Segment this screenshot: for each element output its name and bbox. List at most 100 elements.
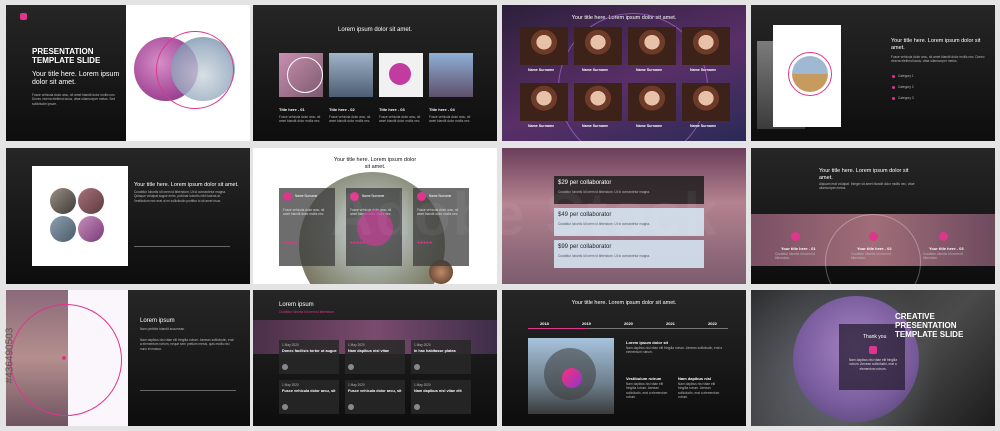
- author-avatar-icon: [348, 364, 354, 370]
- pink-ring: [10, 304, 122, 416]
- category-1: Category 1: [898, 74, 914, 78]
- card-body-1: Fusce vehicula dolor arcu, sit amet blan…: [283, 208, 325, 217]
- slide-heading: PRESENTATION TEMPLATE SLIDE: [32, 47, 101, 65]
- bullet-icon: [892, 75, 895, 78]
- item-label-2: Title here - 02: [329, 107, 355, 112]
- slide-body: Aliquam erat volutpat. Integer sit amet …: [819, 182, 915, 191]
- slide-8[interactable]: Your title here. Lorem ipsum dolor sit a…: [751, 148, 995, 284]
- item-body-2: Curabitur lobortis id lorem id bibendum.: [851, 252, 891, 261]
- plan-body-3: Curabitur lobortis id lorem id bibendum.…: [558, 254, 650, 258]
- circle-photo-3: [50, 216, 76, 242]
- circle-photo-4: [78, 216, 104, 242]
- news-date: 1 May 2020: [282, 383, 299, 387]
- timeline-year[interactable]: 2021: [666, 321, 675, 326]
- item-icon-2: [869, 232, 878, 241]
- item-label-4: Title here - 04: [429, 107, 455, 112]
- slide-title: Lorem ipsum dolor sit amet.: [337, 27, 413, 33]
- thumb-3: [379, 53, 423, 97]
- thumb-2: [329, 53, 373, 97]
- slide-heading: CREATIVE PRESENTATION TEMPLATE SLIDE: [895, 312, 964, 339]
- stock-id: #436490503: [4, 327, 16, 384]
- slide-12[interactable]: Thank you Nam dapibus nisl vitae elit fr…: [751, 290, 995, 426]
- slide-10[interactable]: Lorem ipsum Curabitur lobortis id lorem …: [253, 290, 497, 426]
- item-icon-3: [939, 232, 948, 241]
- slide-title: Your title here. Lorem ipsum dolor sit a…: [571, 300, 677, 306]
- slide-body: Nam dapibus nisl vitae elit fringilla ru…: [140, 338, 234, 351]
- portrait-photo: [520, 83, 568, 121]
- portrait-photo: [628, 83, 676, 121]
- slide-11[interactable]: Your title here. Lorem ipsum dolor sit a…: [502, 290, 746, 426]
- timeline-year[interactable]: 2022: [708, 321, 717, 326]
- portrait-name: Name Surname: [528, 124, 555, 128]
- news-title: Fusce vehicula dolor arcu, sit: [348, 389, 402, 393]
- portrait-photo: [574, 27, 622, 65]
- pink-ring: [156, 31, 234, 109]
- item-icon-1: [791, 232, 800, 241]
- news-date: 1 May 2020: [348, 343, 365, 347]
- template-sheet: PRESENTATION TEMPLATE SLIDE Your title h…: [0, 0, 1000, 431]
- news-title: In hac habitasse platea: [414, 349, 456, 353]
- item-label-3: Title here - 03: [379, 107, 405, 112]
- portrait-photo: [628, 27, 676, 65]
- timeline-year[interactable]: 2018: [540, 321, 549, 326]
- slide-title: Your title here. Lorem ipsum dolor sit a…: [333, 157, 417, 170]
- accent-icon: [869, 346, 877, 354]
- item-body-2: Fusce vehicula dolor arcu, sit amet blan…: [329, 115, 371, 124]
- item-label-3: Your title here - 03: [929, 246, 964, 251]
- slide-body: Fusce vehicula dolor arcu, sit amet blan…: [891, 55, 985, 64]
- circle-photo-2: [78, 188, 104, 214]
- slide-1[interactable]: PRESENTATION TEMPLATE SLIDE Your title h…: [6, 5, 250, 141]
- slide-title: Your title here. Lorem ipsum dolor sit a…: [819, 168, 909, 181]
- portrait-name: Name Surname: [582, 124, 609, 128]
- slide-4[interactable]: Your title here. Lorem ipsum dolor sit a…: [751, 5, 995, 141]
- portrait-photo: [520, 27, 568, 65]
- logo-icon: [20, 13, 27, 20]
- author-avatar-icon: [282, 404, 288, 410]
- item-label-2: Your title here - 02: [857, 246, 892, 251]
- timeline-year[interactable]: 2020: [624, 321, 633, 326]
- category-3: Category 3: [898, 96, 914, 100]
- item-body-1: Curabitur lobortis id lorem id bibendum.: [775, 252, 815, 261]
- bullet-icon: [892, 97, 895, 100]
- author-avatar-icon: [414, 404, 420, 410]
- portrait-name: Name Surname: [636, 68, 663, 72]
- portrait-photo: [574, 83, 622, 121]
- item-label-1: Title here - 01: [279, 107, 305, 112]
- section-heading: Lorem ipsum dolor sit: [626, 340, 669, 345]
- circle-photo: [792, 56, 828, 92]
- category-2: Category 2: [898, 85, 914, 89]
- section-body: Nam dapibus nisl vitae elit fringilla ru…: [626, 346, 723, 355]
- portrait-photo: [682, 83, 730, 121]
- timeline-accent: [528, 328, 588, 329]
- news-date: 1 May 2020: [414, 383, 431, 387]
- timeline-year[interactable]: 2019: [582, 321, 591, 326]
- circle-photo-1: [50, 188, 76, 214]
- white-panel: [32, 166, 128, 266]
- portrait-photo: [682, 27, 730, 65]
- center-dot: [62, 356, 66, 360]
- column-body-1: Nam dapibus nisl vitae elit fringilla ru…: [626, 382, 668, 400]
- slide-body: Fusce vehicula dolor arcu, sit amet blan…: [32, 93, 116, 106]
- news-date: 1 May 2020: [414, 343, 431, 347]
- slide-body: Curabitur lobortis id lorem id bibendum.…: [134, 190, 226, 203]
- item-body-3: Fusce vehicula dolor arcu, sit amet blan…: [379, 115, 421, 124]
- slide-9[interactable]: Lorem ipsum Nam porttitor blandit accums…: [6, 290, 250, 426]
- card-name-1: Name Surname: [295, 194, 318, 198]
- slide-2[interactable]: Lorem ipsum dolor sit amet. Title here -…: [253, 5, 497, 141]
- slide-5[interactable]: Your title here. Lorem ipsum dolor sit a…: [6, 148, 250, 284]
- news-date: 1 May 2020: [282, 343, 299, 347]
- news-title: Donec facilisis tortor ut augue: [282, 349, 337, 353]
- slide-3[interactable]: Your title here. Lorem ipsum dolor sit a…: [502, 5, 746, 141]
- slide-title: Lorem ipsum: [140, 318, 175, 324]
- slide-subtitle: Curabitur lobortis id lorem id bibendum: [279, 310, 334, 314]
- portrait-name: Name Surname: [636, 124, 663, 128]
- thanks-body: Nam dapibus nisl vitae elit fringilla ru…: [848, 358, 897, 371]
- news-date: 1 May 2020: [348, 383, 365, 387]
- item-body-3: Curabitur lobortis id lorem id bibendum.: [923, 252, 963, 261]
- bullet-icon: [892, 86, 895, 89]
- column-heading-2: Nam dapibus nisl: [678, 376, 712, 381]
- column-body-2: Nam dapibus nisl vitae elit fringilla ru…: [678, 382, 720, 400]
- slide-title: Your title here. Lorem ipsum dolor sit a…: [891, 38, 981, 51]
- item-label-1: Your title here - 01: [781, 246, 816, 251]
- portrait-name: Name Surname: [690, 124, 717, 128]
